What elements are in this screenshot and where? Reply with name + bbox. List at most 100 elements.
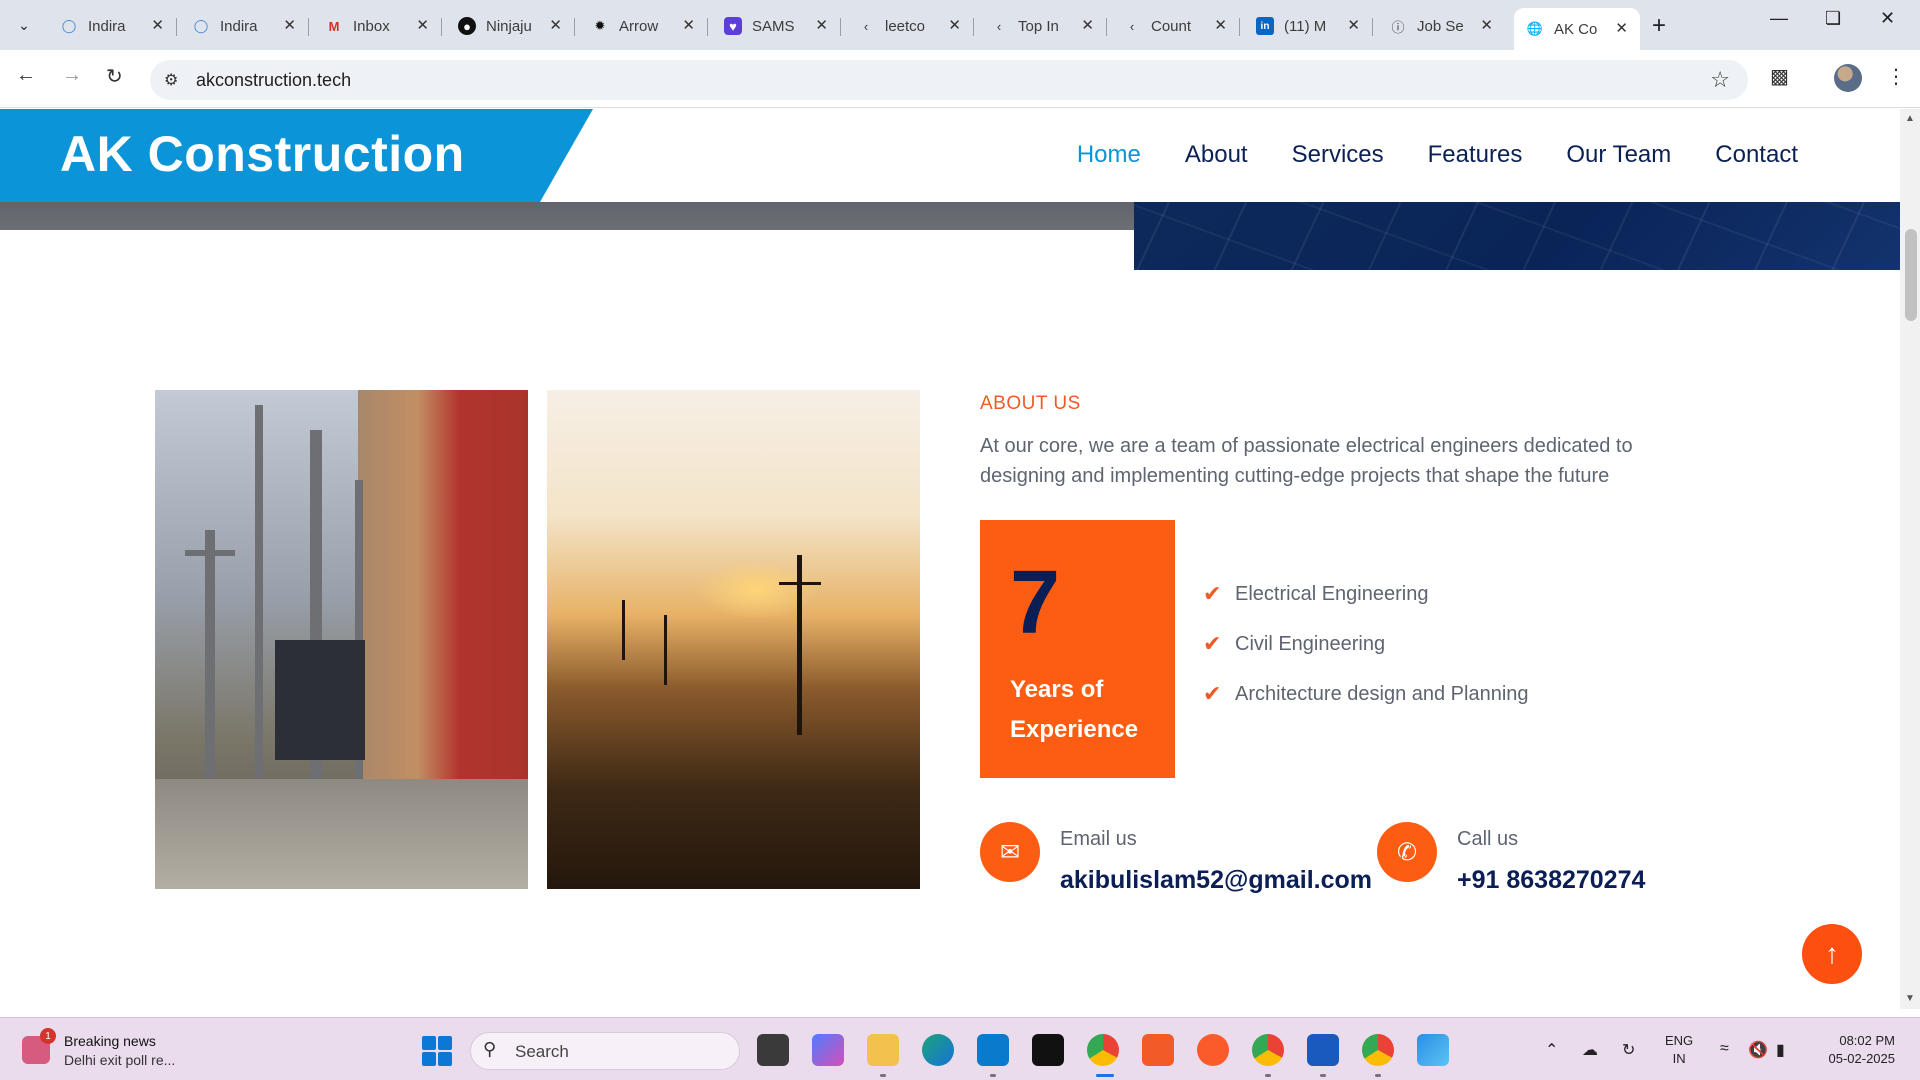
tab-arrow[interactable]: ✹ Arrow ✕ xyxy=(579,10,708,42)
scrollbar-thumb[interactable] xyxy=(1905,229,1917,321)
close-icon[interactable]: ✕ xyxy=(1347,16,1360,34)
system-clock[interactable]: 08:02 PM 05-02-2025 xyxy=(1815,1032,1896,1068)
extensions-icon[interactable]: ▩ xyxy=(1770,64,1789,89)
site-settings-icon[interactable]: ⚙ xyxy=(164,70,178,90)
chrome-profile-icon[interactable] xyxy=(1252,1034,1284,1066)
about-photo-sunset-poles xyxy=(547,390,920,889)
gmail-icon: M xyxy=(328,18,340,34)
tab-title: Top In xyxy=(1018,17,1059,35)
forward-arrow-icon[interactable]: → xyxy=(62,64,82,87)
news-widget[interactable]: 1 Breaking news Delhi exit poll re... xyxy=(22,1028,222,1072)
word-icon[interactable] xyxy=(1307,1034,1339,1066)
check-icon: ✔ xyxy=(1203,681,1222,706)
nav-features[interactable]: Features xyxy=(1428,141,1523,169)
tab-inbox[interactable]: M Inbox ✕ xyxy=(313,10,442,42)
email-link[interactable]: akibulislam52@gmail.com xyxy=(1060,866,1372,895)
phone-link[interactable]: +91 8638270274 xyxy=(1457,866,1645,895)
vscode-icon[interactable] xyxy=(977,1034,1009,1066)
scroll-up-icon[interactable]: ▲ xyxy=(1905,113,1915,124)
battery-icon[interactable]: ▮ xyxy=(1776,1040,1785,1060)
brave-icon[interactable] xyxy=(1142,1034,1174,1066)
chrome-icon[interactable] xyxy=(1087,1034,1119,1066)
close-window-icon[interactable]: ✕ xyxy=(1880,8,1895,29)
chevron-up-icon[interactable]: ⌃ xyxy=(1545,1040,1558,1060)
restore-icon[interactable]: ❏ xyxy=(1825,8,1841,29)
email-label: Email us xyxy=(1060,828,1137,850)
volume-muted-icon[interactable]: 🔇 xyxy=(1748,1040,1768,1060)
scroll-to-top-button[interactable]: ↑ xyxy=(1802,924,1862,984)
close-icon[interactable]: ✕ xyxy=(1480,16,1493,34)
tab-github[interactable]: ● Ninjaju ✕ xyxy=(446,10,575,42)
brand-logo[interactable]: AK Construction xyxy=(60,125,465,183)
globe-icon: 🌐 xyxy=(1526,21,1544,36)
address-bar[interactable]: ⚙ akconstruction.tech ☆ xyxy=(150,60,1748,100)
copilot-icon[interactable] xyxy=(812,1034,844,1066)
photos-icon[interactable] xyxy=(1417,1034,1449,1066)
tab-leetcode-3[interactable]: ‹ Count ✕ xyxy=(1111,10,1240,42)
postman-icon[interactable] xyxy=(1197,1034,1229,1066)
info-icon: ⓘ xyxy=(1391,19,1405,35)
close-icon[interactable]: ✕ xyxy=(1081,16,1094,34)
url-text[interactable]: akconstruction.tech xyxy=(196,70,351,91)
minimize-icon[interactable]: — xyxy=(1770,8,1788,29)
epic-icon[interactable] xyxy=(1032,1034,1064,1066)
region-code: IN xyxy=(1672,1051,1686,1066)
feature-label: Electrical Engineering xyxy=(1235,582,1429,605)
notification-badge: 1 xyxy=(40,1028,56,1044)
tab-ak-construction[interactable]: 🌐 AK Co ✕ xyxy=(1514,8,1640,50)
page-viewport: AK Construction Home About Services Feat… xyxy=(0,109,1900,1009)
clock-time: 08:02 PM xyxy=(1839,1033,1895,1048)
tab-indira-2[interactable]: ◯ Indira ✕ xyxy=(180,10,309,42)
close-icon[interactable]: ✕ xyxy=(1214,16,1227,34)
nav-home[interactable]: Home xyxy=(1077,141,1141,169)
close-icon[interactable]: ✕ xyxy=(549,16,562,34)
close-icon[interactable]: ✕ xyxy=(682,16,695,34)
tab-title: Inbox xyxy=(353,17,390,35)
arrow-up-icon: ↑ xyxy=(1825,938,1839,969)
nav-services[interactable]: Services xyxy=(1292,141,1384,169)
bookmark-star-icon[interactable]: ☆ xyxy=(1710,67,1730,93)
sync-icon[interactable]: ↻ xyxy=(1622,1040,1635,1060)
close-icon[interactable]: ✕ xyxy=(948,16,961,34)
file-explorer-icon[interactable] xyxy=(867,1034,899,1066)
close-icon[interactable]: ✕ xyxy=(283,16,296,34)
envelope-icon: ✉ xyxy=(980,822,1040,882)
nav-contact[interactable]: Contact xyxy=(1715,141,1798,169)
tab-job-search[interactable]: ⓘ Job Se ✕ xyxy=(1377,10,1505,42)
language-indicator[interactable]: ENG IN xyxy=(1665,1032,1693,1068)
wifi-icon[interactable]: ≈ xyxy=(1720,1040,1729,1058)
taskbar-search[interactable]: ⚲ Search xyxy=(470,1032,740,1070)
list-item: ✔ Architecture design and Planning xyxy=(1203,669,1529,719)
close-icon[interactable]: ✕ xyxy=(416,16,429,34)
tab-samsung[interactable]: ♥ SAMS ✕ xyxy=(712,10,841,42)
feature-label: Architecture design and Planning xyxy=(1235,682,1529,705)
close-icon[interactable]: ✕ xyxy=(1615,19,1628,37)
menu-kebab-icon[interactable]: ⋮ xyxy=(1886,64,1906,89)
close-icon[interactable]: ✕ xyxy=(815,16,828,34)
main-nav: Home About Services Features Our Team Co… xyxy=(1077,141,1798,169)
tab-indira-1[interactable]: ◯ Indira ✕ xyxy=(48,10,177,42)
windows-start-icon[interactable] xyxy=(422,1036,452,1066)
tab-search-button[interactable]: ⌄ xyxy=(10,11,38,39)
onedrive-icon[interactable]: ☁ xyxy=(1582,1040,1598,1060)
tab-leetcode-1[interactable]: ‹ leetco ✕ xyxy=(845,10,974,42)
new-tab-button[interactable]: + xyxy=(1652,12,1666,40)
scroll-down-icon[interactable]: ▼ xyxy=(1905,993,1915,1004)
task-view-icon[interactable] xyxy=(757,1034,789,1066)
page-scrollbar[interactable]: ▲ ▼ xyxy=(1900,109,1920,1009)
leetcode-icon: ‹ xyxy=(996,18,1002,34)
tab-leetcode-2[interactable]: ‹ Top In ✕ xyxy=(978,10,1107,42)
profile-avatar[interactable] xyxy=(1834,64,1862,92)
chrome-profile-2-icon[interactable] xyxy=(1362,1034,1394,1066)
close-icon[interactable]: ✕ xyxy=(151,16,164,34)
phone-icon: ✆ xyxy=(1377,822,1437,882)
phone-label: Call us xyxy=(1457,828,1519,850)
tab-title: (11) M xyxy=(1284,17,1327,35)
nav-our-team[interactable]: Our Team xyxy=(1566,141,1671,169)
experience-number: 7 xyxy=(1010,553,1061,653)
nav-about[interactable]: About xyxy=(1185,141,1248,169)
tab-linkedin[interactable]: in (11) M ✕ xyxy=(1244,10,1373,42)
edge-icon[interactable] xyxy=(922,1034,954,1066)
back-arrow-icon[interactable]: ← xyxy=(16,64,36,87)
reload-icon[interactable]: ↻ xyxy=(106,64,123,89)
